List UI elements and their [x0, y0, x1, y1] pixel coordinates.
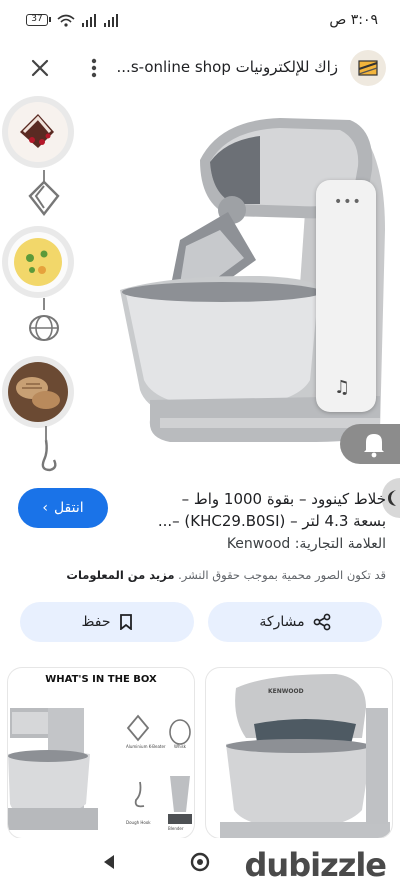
label-kbeater: Aluminium K-Beater	[126, 744, 166, 749]
close-button[interactable]	[26, 54, 54, 82]
dubizzle-watermark: dubizzle	[244, 846, 387, 884]
thumbnail-salad[interactable]	[2, 226, 74, 298]
visit-button[interactable]: ‹ انتقل	[18, 488, 108, 528]
copyright-text: قد تكون الصور محمية بموجب حقوق النشر.	[178, 568, 386, 582]
k-beater-icon	[28, 170, 60, 216]
save-button[interactable]: حفظ	[20, 602, 194, 642]
related-card-box-contents[interactable]: WHAT'S IN THE BOX Aluminium K-Beater Whi…	[8, 668, 194, 838]
header: زاك للإلكترونيات s-online shop...	[0, 44, 400, 92]
label-dough-hook: Dough Hook	[126, 820, 151, 825]
notification-bell-button[interactable]	[340, 424, 400, 464]
home-icon[interactable]	[189, 851, 211, 873]
site-title[interactable]: زاك للإلكترونيات s-online shop...	[118, 58, 338, 76]
floating-media-panel[interactable]: ••• ♫	[316, 180, 376, 412]
share-button[interactable]: مشاركة	[208, 602, 382, 642]
brand-label: العلامة التجارية: Kenwood	[226, 536, 386, 552]
label-blender: Blender	[168, 826, 184, 831]
bell-icon	[364, 434, 384, 458]
site-logo	[350, 50, 386, 86]
battery-icon: 37	[26, 14, 51, 26]
panel-more-icon[interactable]: •••	[334, 194, 362, 210]
product-title[interactable]: خلاط كينوود – بقوة 1000 واط – بسعة 4.3 ل…	[118, 488, 386, 532]
more-info-link[interactable]: مزيد من المعلومات	[66, 568, 174, 582]
status-bar: 37 ٣:٠٩ ص	[0, 0, 400, 42]
close-icon	[31, 59, 49, 77]
mixer-brand-label: KENWOOD	[268, 688, 304, 695]
save-label: حفظ	[81, 614, 111, 630]
clock: ٣:٠٩ ص	[329, 12, 378, 28]
box-contents-image	[8, 708, 192, 830]
thumbnail-bread[interactable]	[2, 356, 74, 428]
whisk-icon	[29, 298, 59, 341]
more-options-button[interactable]	[84, 54, 104, 82]
bookmark-icon	[119, 614, 132, 630]
copyright-notice: قد تكون الصور محمية بموجب حقوق النشر. مز…	[66, 568, 386, 582]
product-title-line2: بسعة 4.3 لتر – (KHC29.B0SI) –...	[157, 512, 386, 530]
related-card-mixer[interactable]: KENWOOD	[206, 668, 392, 838]
dough-hook-icon	[41, 426, 57, 472]
product-title-line1: خلاط كينوود – بقوة 1000 واط –	[181, 490, 386, 508]
share-label: مشاركة	[259, 614, 305, 630]
signal-icons	[57, 14, 118, 27]
more-vertical-icon	[91, 58, 97, 78]
label-whisk: Whisk	[174, 744, 187, 749]
back-icon[interactable]	[102, 854, 116, 870]
thumbnail-cake[interactable]	[2, 96, 74, 168]
music-note-icon[interactable]: ♫	[334, 377, 350, 398]
chevron-left-icon: ‹	[42, 500, 48, 516]
store-logo-icon	[358, 60, 378, 76]
visit-label: انتقل	[53, 500, 84, 516]
share-icon	[313, 613, 330, 631]
